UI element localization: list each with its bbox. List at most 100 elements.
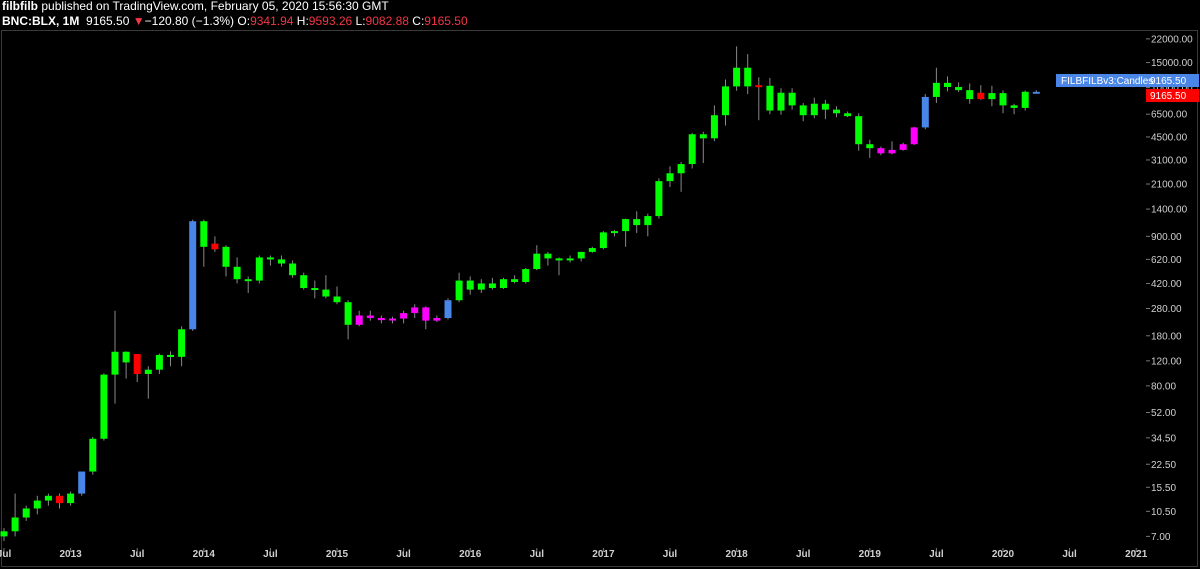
candle-body	[133, 354, 141, 374]
candle-body	[477, 283, 485, 290]
last-price-value: 9165.50	[1150, 91, 1187, 102]
candle-body	[899, 144, 907, 150]
candle-body	[766, 85, 774, 111]
x-tick-label: Jul	[929, 549, 944, 560]
candle-body	[488, 283, 496, 289]
candle-body	[677, 164, 685, 174]
candle-body	[921, 96, 929, 128]
candle-body	[178, 329, 186, 357]
candle-body	[555, 258, 563, 261]
candle-body	[622, 219, 630, 232]
y-tick-label: 15000.00	[1151, 58, 1193, 69]
candle-body	[67, 493, 75, 504]
candle-body	[533, 253, 541, 270]
candle-body	[278, 259, 285, 264]
y-tick-label: 4500.00	[1151, 132, 1188, 143]
candle-body	[944, 82, 951, 87]
candle-body	[189, 221, 197, 330]
candle-body	[1032, 91, 1040, 94]
candle-body	[200, 221, 208, 247]
y-tick-label: 2100.00	[1151, 180, 1188, 191]
candle-body	[111, 351, 119, 375]
candle-body	[100, 374, 108, 439]
x-tick-label: Jul	[663, 549, 678, 560]
candle-body	[888, 149, 896, 154]
candle-body	[0, 531, 8, 537]
candle-body	[566, 258, 574, 261]
candle-body	[11, 517, 19, 532]
candle-body	[455, 280, 463, 301]
candle-body	[78, 471, 86, 494]
candle-body	[733, 67, 741, 87]
candle-body	[155, 354, 163, 370]
x-tick-label: Jul	[796, 549, 811, 560]
candle-body	[433, 318, 441, 321]
candle-body	[22, 508, 30, 518]
candle-body	[122, 351, 130, 363]
candle-body	[355, 315, 363, 325]
y-tick-label: 900.00	[1151, 232, 1182, 243]
x-tick-label: Jul	[130, 549, 145, 560]
x-tick-label: Jul	[396, 549, 411, 560]
candle-body	[500, 279, 507, 289]
y-tick-label: 52.00	[1151, 408, 1176, 419]
x-tick-label: 2020	[992, 549, 1015, 560]
x-tick-label: 2019	[859, 549, 882, 560]
y-tick-label: 34.50	[1151, 433, 1176, 444]
candle-body	[255, 257, 263, 281]
candle-body	[977, 92, 985, 100]
indicator-name-label: FILBFILBv3:Candles	[1061, 76, 1153, 87]
x-tick-label: Jul	[1062, 549, 1077, 560]
candle-body	[710, 115, 718, 139]
candle-body	[577, 251, 585, 259]
x-tick-label: Jul	[263, 549, 278, 560]
candle-body	[167, 354, 174, 357]
candle-body	[266, 257, 274, 260]
candle-body	[799, 105, 807, 116]
candle-body	[522, 269, 530, 282]
y-tick-label: 22000.00	[1151, 34, 1193, 45]
x-tick-label: 2018	[725, 549, 748, 560]
candle-body	[833, 109, 840, 114]
candle-body	[821, 103, 829, 110]
candle-body	[244, 279, 252, 282]
candle-body	[722, 86, 729, 116]
y-tick-label: 80.00	[1151, 381, 1176, 392]
candle-body	[1021, 91, 1029, 108]
y-tick-label: 620.00	[1151, 255, 1182, 266]
price-chart[interactable]: 22000.0015000.0010000.006500.004500.0031…	[0, 0, 1200, 569]
candle-body	[855, 116, 863, 145]
candle-body	[844, 113, 852, 117]
y-tick-label: 15.50	[1151, 483, 1176, 494]
candle-body	[966, 90, 974, 100]
candle-body	[322, 289, 330, 297]
x-tick-label: 2014	[193, 549, 216, 560]
candle-body	[144, 369, 152, 374]
candle-body	[877, 148, 885, 154]
x-tick-label: Jul	[530, 549, 545, 560]
candle-body	[289, 263, 297, 276]
candle-body	[222, 246, 230, 267]
y-tick-label: 420.00	[1151, 279, 1182, 290]
y-tick-label: 180.00	[1151, 331, 1182, 342]
candle-body	[44, 495, 52, 501]
candle-body	[599, 232, 607, 249]
y-tick-label: 6500.00	[1151, 110, 1188, 121]
y-tick-label: 7.00	[1151, 532, 1171, 543]
x-tick-label: 2013	[59, 549, 82, 560]
indicator-value-label: 9165.50	[1150, 76, 1187, 87]
candle-body	[644, 216, 652, 226]
candle-body	[422, 307, 430, 321]
candle-body	[777, 92, 785, 111]
candle-body	[955, 86, 963, 91]
x-tick-label: 2015	[326, 549, 349, 560]
candle-body	[866, 144, 874, 149]
candle-body	[333, 296, 341, 303]
candle-body	[788, 92, 796, 106]
candle-body	[377, 318, 385, 321]
candle-body	[744, 67, 752, 87]
candle-body	[611, 231, 618, 234]
candle-body	[633, 219, 641, 226]
candle-body	[511, 279, 519, 282]
y-tick-label: 280.00	[1151, 304, 1182, 315]
